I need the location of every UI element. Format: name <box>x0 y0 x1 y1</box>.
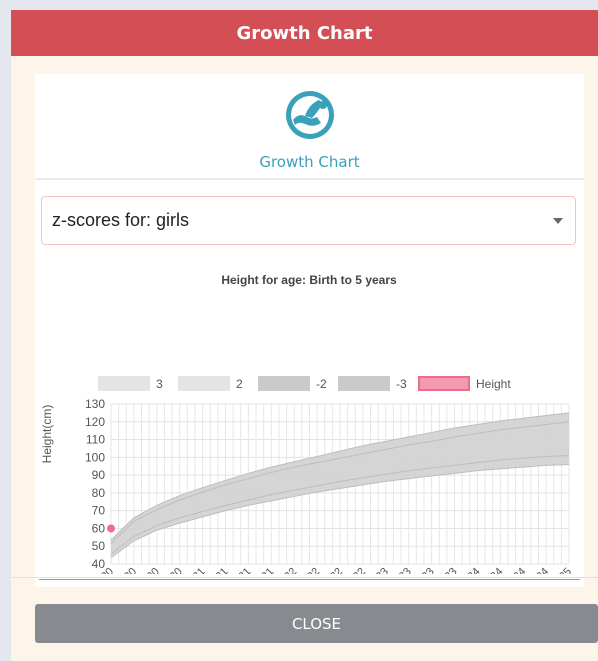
y-tick-label: 100 <box>85 450 105 464</box>
height-for-age-chart: Height for age: Birth to 5 years 3 2 -2 -3 H… <box>40 273 574 574</box>
brand-name: Growth Chart <box>259 153 360 171</box>
modal-header: Growth Chart <box>11 10 598 56</box>
chart-card: Growth Chart z-scores for: girls Height … <box>35 74 584 587</box>
legend-label: -3 <box>396 377 407 391</box>
y-tick-label: 50 <box>92 539 106 553</box>
brand-block: Growth Chart <box>35 74 584 178</box>
y-tick-label: 60 <box>92 521 106 535</box>
footer-divider <box>11 577 598 578</box>
modal-title: Growth Chart <box>236 22 373 44</box>
legend-label: Height <box>476 377 511 391</box>
chevron-down-icon <box>553 218 563 224</box>
zscore-select[interactable]: z-scores for: girls <box>41 196 576 245</box>
close-button-label: CLOSE <box>291 614 342 633</box>
y-axis-label: Height(cm) <box>40 405 54 464</box>
divider <box>35 178 584 180</box>
y-tick-label: 90 <box>92 468 106 482</box>
legend-swatch <box>338 376 390 391</box>
legend-label: -2 <box>316 377 327 391</box>
legend-label: 2 <box>236 377 243 391</box>
y-tick-label: 120 <box>85 415 105 429</box>
x-axis-ticks: Mar 2020Jun 2020Sep 2020Dec 2020Mar 2021… <box>75 566 574 574</box>
close-button[interactable]: CLOSE <box>35 604 598 643</box>
legend-swatch <box>178 376 230 391</box>
y-tick-label: 70 <box>92 504 106 518</box>
growth-chart-modal: Growth Chart Growth Chart z-scores for: … <box>11 10 598 661</box>
y-tick-label: 80 <box>92 486 106 500</box>
divider <box>39 579 580 580</box>
height-point <box>107 524 115 533</box>
y-tick-label: 110 <box>86 433 105 447</box>
swimmer-icon <box>286 91 334 139</box>
legend-swatch <box>418 376 470 391</box>
legend-swatch <box>258 376 310 391</box>
legend-swatch <box>98 376 150 391</box>
chart-points <box>107 524 115 533</box>
chart-legend: 3 2 -2 -3 Height <box>98 376 511 391</box>
zscore-select-value: z-scores for: girls <box>52 210 190 230</box>
y-axis-ticks: 130120110100908070605040 <box>85 397 105 571</box>
y-tick-label: 130 <box>85 397 105 411</box>
legend-label: 3 <box>156 377 163 391</box>
chart-title: Height for age: Birth to 5 years <box>221 273 397 287</box>
